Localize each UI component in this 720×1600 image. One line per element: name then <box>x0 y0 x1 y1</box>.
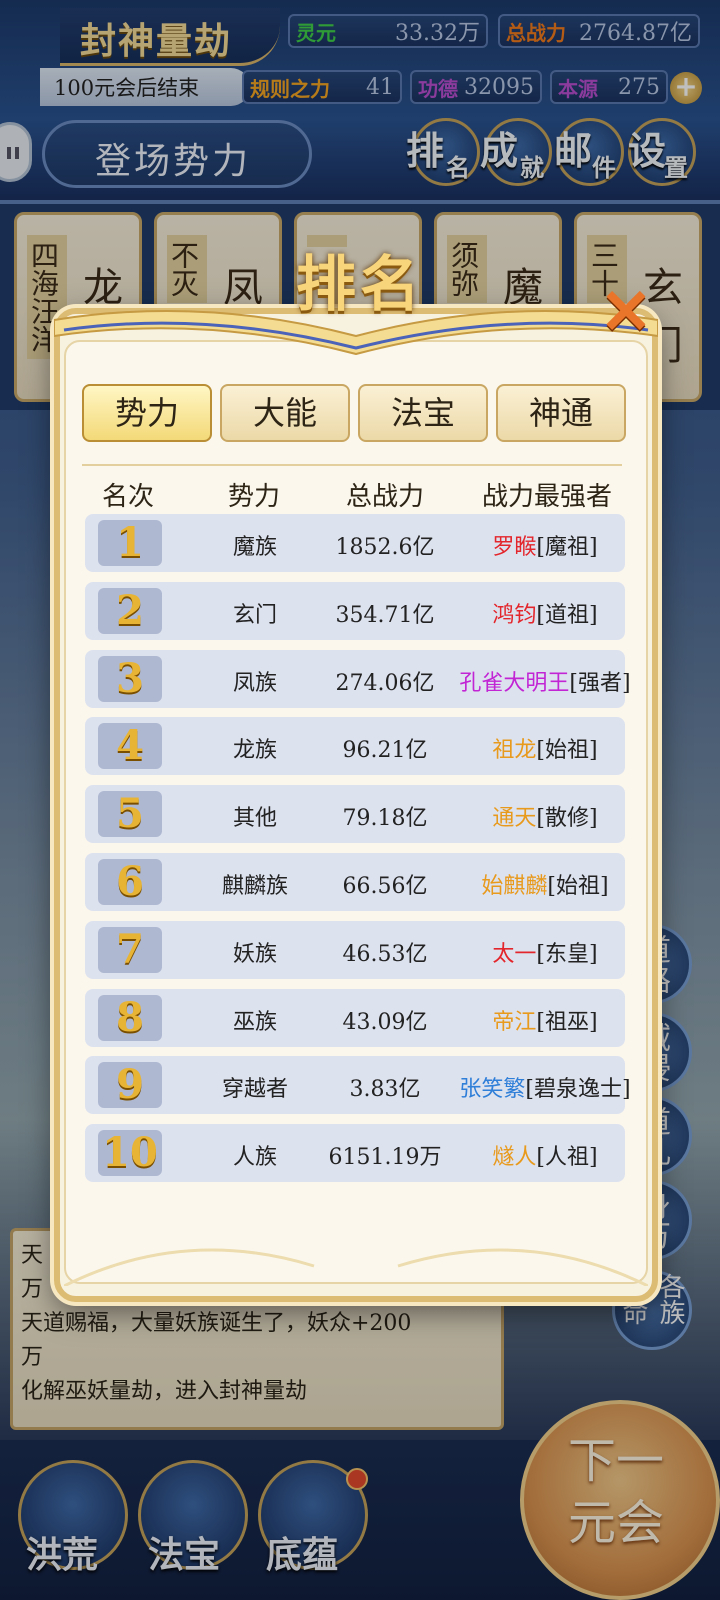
strongest-member-title: [散修] <box>536 806 598 832</box>
decorative-scroll <box>64 1248 648 1286</box>
strongest-member-title: [魔祖] <box>536 535 598 560</box>
rank-number: 1 <box>98 520 162 566</box>
faction-name: 凤族 <box>232 670 277 696</box>
divider <box>82 464 622 466</box>
strongest-member: 通天[散修] <box>450 800 640 832</box>
rank-number: 6 <box>98 859 162 905</box>
rank-number: 10 <box>98 1130 162 1177</box>
faction-power: 96.21亿 <box>342 738 428 764</box>
faction-name: 魔族 <box>232 535 277 560</box>
strongest-member-title: [始祖] <box>536 738 598 764</box>
strongest-member-name: 帝江 <box>492 1009 537 1035</box>
strongest-member: 罗睺[魔祖] <box>450 529 640 561</box>
strongest-member: 祖龙[始祖] <box>450 732 640 764</box>
faction-power: 46.53亿 <box>342 941 428 967</box>
strongest-member: 鸿钧[道祖] <box>450 597 640 629</box>
column-header-strongest: 战力最强者 <box>482 482 613 512</box>
strongest-member-name: 祖龙 <box>492 738 537 764</box>
strongest-member-name: 孔雀大明王 <box>459 670 570 696</box>
tab-divine-skill[interactable]: 神通 <box>496 384 626 442</box>
strongest-member: 孔雀大明王[强者] <box>450 665 640 697</box>
strongest-member-title: [东皇] <box>536 941 598 967</box>
column-header-faction: 势力 <box>228 482 281 512</box>
faction-name: 其他 <box>232 806 277 832</box>
strongest-member-title: [道祖] <box>536 602 598 628</box>
strongest-member-name: 始麒麟 <box>481 874 548 899</box>
strongest-member: 始麒麟[始祖] <box>450 868 640 900</box>
strongest-member: 太一[东皇] <box>450 936 640 968</box>
rank-number: 7 <box>98 926 162 973</box>
faction-power: 3.83亿 <box>349 1077 421 1103</box>
rank-number: 3 <box>98 655 162 702</box>
ranking-title: 排名 <box>296 250 424 320</box>
strongest-member-title: [人祖] <box>536 1145 598 1171</box>
faction-power: 6151.19万 <box>328 1145 442 1171</box>
faction-power: 66.56亿 <box>342 874 428 899</box>
rank-number: 8 <box>98 994 162 1041</box>
faction-name: 人族 <box>232 1145 277 1171</box>
faction-name: 穿越者 <box>221 1077 288 1103</box>
strongest-member-title: [强者] <box>569 670 631 696</box>
faction-power: 354.71亿 <box>335 602 435 628</box>
faction-power: 1852.6亿 <box>335 535 435 560</box>
faction-name: 巫族 <box>232 1009 277 1035</box>
strongest-member-title: [祖巫] <box>536 1009 598 1035</box>
strongest-member: 燧人[人祖] <box>450 1139 640 1171</box>
column-header-power: 总战力 <box>346 482 425 512</box>
strongest-member: 帝江[祖巫] <box>450 1004 640 1036</box>
faction-name: 麒麟族 <box>221 874 288 899</box>
strongest-member-name: 太一 <box>492 941 537 967</box>
rank-number: 2 <box>98 587 162 634</box>
strongest-member-name: 罗睺 <box>492 535 537 560</box>
close-icon[interactable]: ✕ <box>596 281 656 344</box>
strongest-member-name: 张笑繁 <box>459 1077 526 1103</box>
rank-number: 9 <box>98 1062 162 1109</box>
rank-number: 5 <box>98 791 162 838</box>
faction-name: 龙族 <box>232 738 277 764</box>
faction-name: 玄门 <box>232 602 277 628</box>
tab-great-power[interactable]: 大能 <box>220 384 350 442</box>
strongest-member-name: 燧人 <box>492 1145 537 1171</box>
rank-number: 4 <box>98 723 162 770</box>
faction-power: 274.06亿 <box>335 670 435 696</box>
faction-power: 79.18亿 <box>342 806 428 832</box>
tab-faction[interactable]: 势力 <box>82 384 212 442</box>
faction-power: 43.09亿 <box>342 1009 428 1035</box>
column-header-rank: 名次 <box>102 482 155 512</box>
strongest-member-title: [碧泉逸士] <box>525 1077 631 1103</box>
faction-name: 妖族 <box>232 941 277 967</box>
tab-treasure[interactable]: 法宝 <box>358 384 488 442</box>
strongest-member-name: 通天 <box>492 806 537 832</box>
strongest-member-name: 鸿钧 <box>492 602 537 628</box>
strongest-member: 张笑繁[碧泉逸士] <box>450 1071 640 1103</box>
strongest-member-title: [始祖] <box>547 874 609 899</box>
